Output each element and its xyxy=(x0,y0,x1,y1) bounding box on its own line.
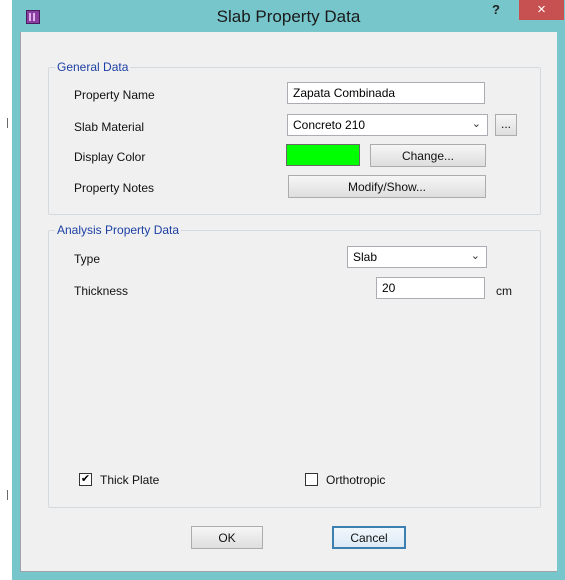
slab-material-select[interactable]: Concreto 210 ⌄ xyxy=(287,114,488,136)
help-button[interactable]: ? xyxy=(488,2,504,20)
display-color-label: Display Color xyxy=(74,150,146,164)
analysis-property-group: Analysis Property Data xyxy=(48,223,541,508)
title-bar[interactable]: Slab Property Data ? × xyxy=(12,0,565,32)
general-data-title: General Data xyxy=(55,60,131,74)
change-color-button[interactable]: Change... xyxy=(370,144,486,167)
edge-mark xyxy=(7,490,8,500)
property-name-label: Property Name xyxy=(74,88,155,102)
material-more-button[interactable]: ... xyxy=(495,114,517,136)
property-notes-label: Property Notes xyxy=(74,181,155,195)
orthotropic-label: Orthotropic xyxy=(326,473,386,487)
orthotropic-checkbox[interactable] xyxy=(305,473,318,486)
slab-material-label: Slab Material xyxy=(74,120,145,134)
thickness-input[interactable]: 20 xyxy=(376,277,485,299)
type-select[interactable]: Slab ⌄ xyxy=(347,246,487,268)
edge-mark xyxy=(7,118,8,128)
dialog-client-area: General Data Property Name Zapata Combin… xyxy=(20,32,557,572)
dialog-title: Slab Property Data xyxy=(216,7,361,26)
cancel-button[interactable]: Cancel xyxy=(332,526,406,549)
slab-property-dialog: Slab Property Data ? × General Data Prop… xyxy=(12,0,565,580)
thickness-unit: cm xyxy=(496,284,512,298)
checkmark-icon: ✔ xyxy=(80,473,91,485)
chevron-down-icon: ⌄ xyxy=(470,250,480,262)
analysis-property-title: Analysis Property Data xyxy=(55,223,182,237)
modify-show-button[interactable]: Modify/Show... xyxy=(288,175,486,198)
display-color-swatch xyxy=(286,144,360,166)
slab-material-value: Concreto 210 xyxy=(293,118,366,132)
thick-plate-label: Thick Plate xyxy=(100,473,160,487)
ok-button[interactable]: OK xyxy=(191,526,263,549)
thickness-label: Thickness xyxy=(74,284,129,298)
thick-plate-checkbox[interactable]: ✔ xyxy=(79,473,92,486)
background-window-edge xyxy=(0,0,12,580)
close-icon: × xyxy=(537,1,546,18)
chevron-down-icon: ⌄ xyxy=(471,118,481,130)
property-name-input[interactable]: Zapata Combinada xyxy=(287,82,485,104)
type-label: Type xyxy=(74,252,101,266)
close-button[interactable]: × xyxy=(519,0,564,20)
type-value: Slab xyxy=(353,250,378,264)
